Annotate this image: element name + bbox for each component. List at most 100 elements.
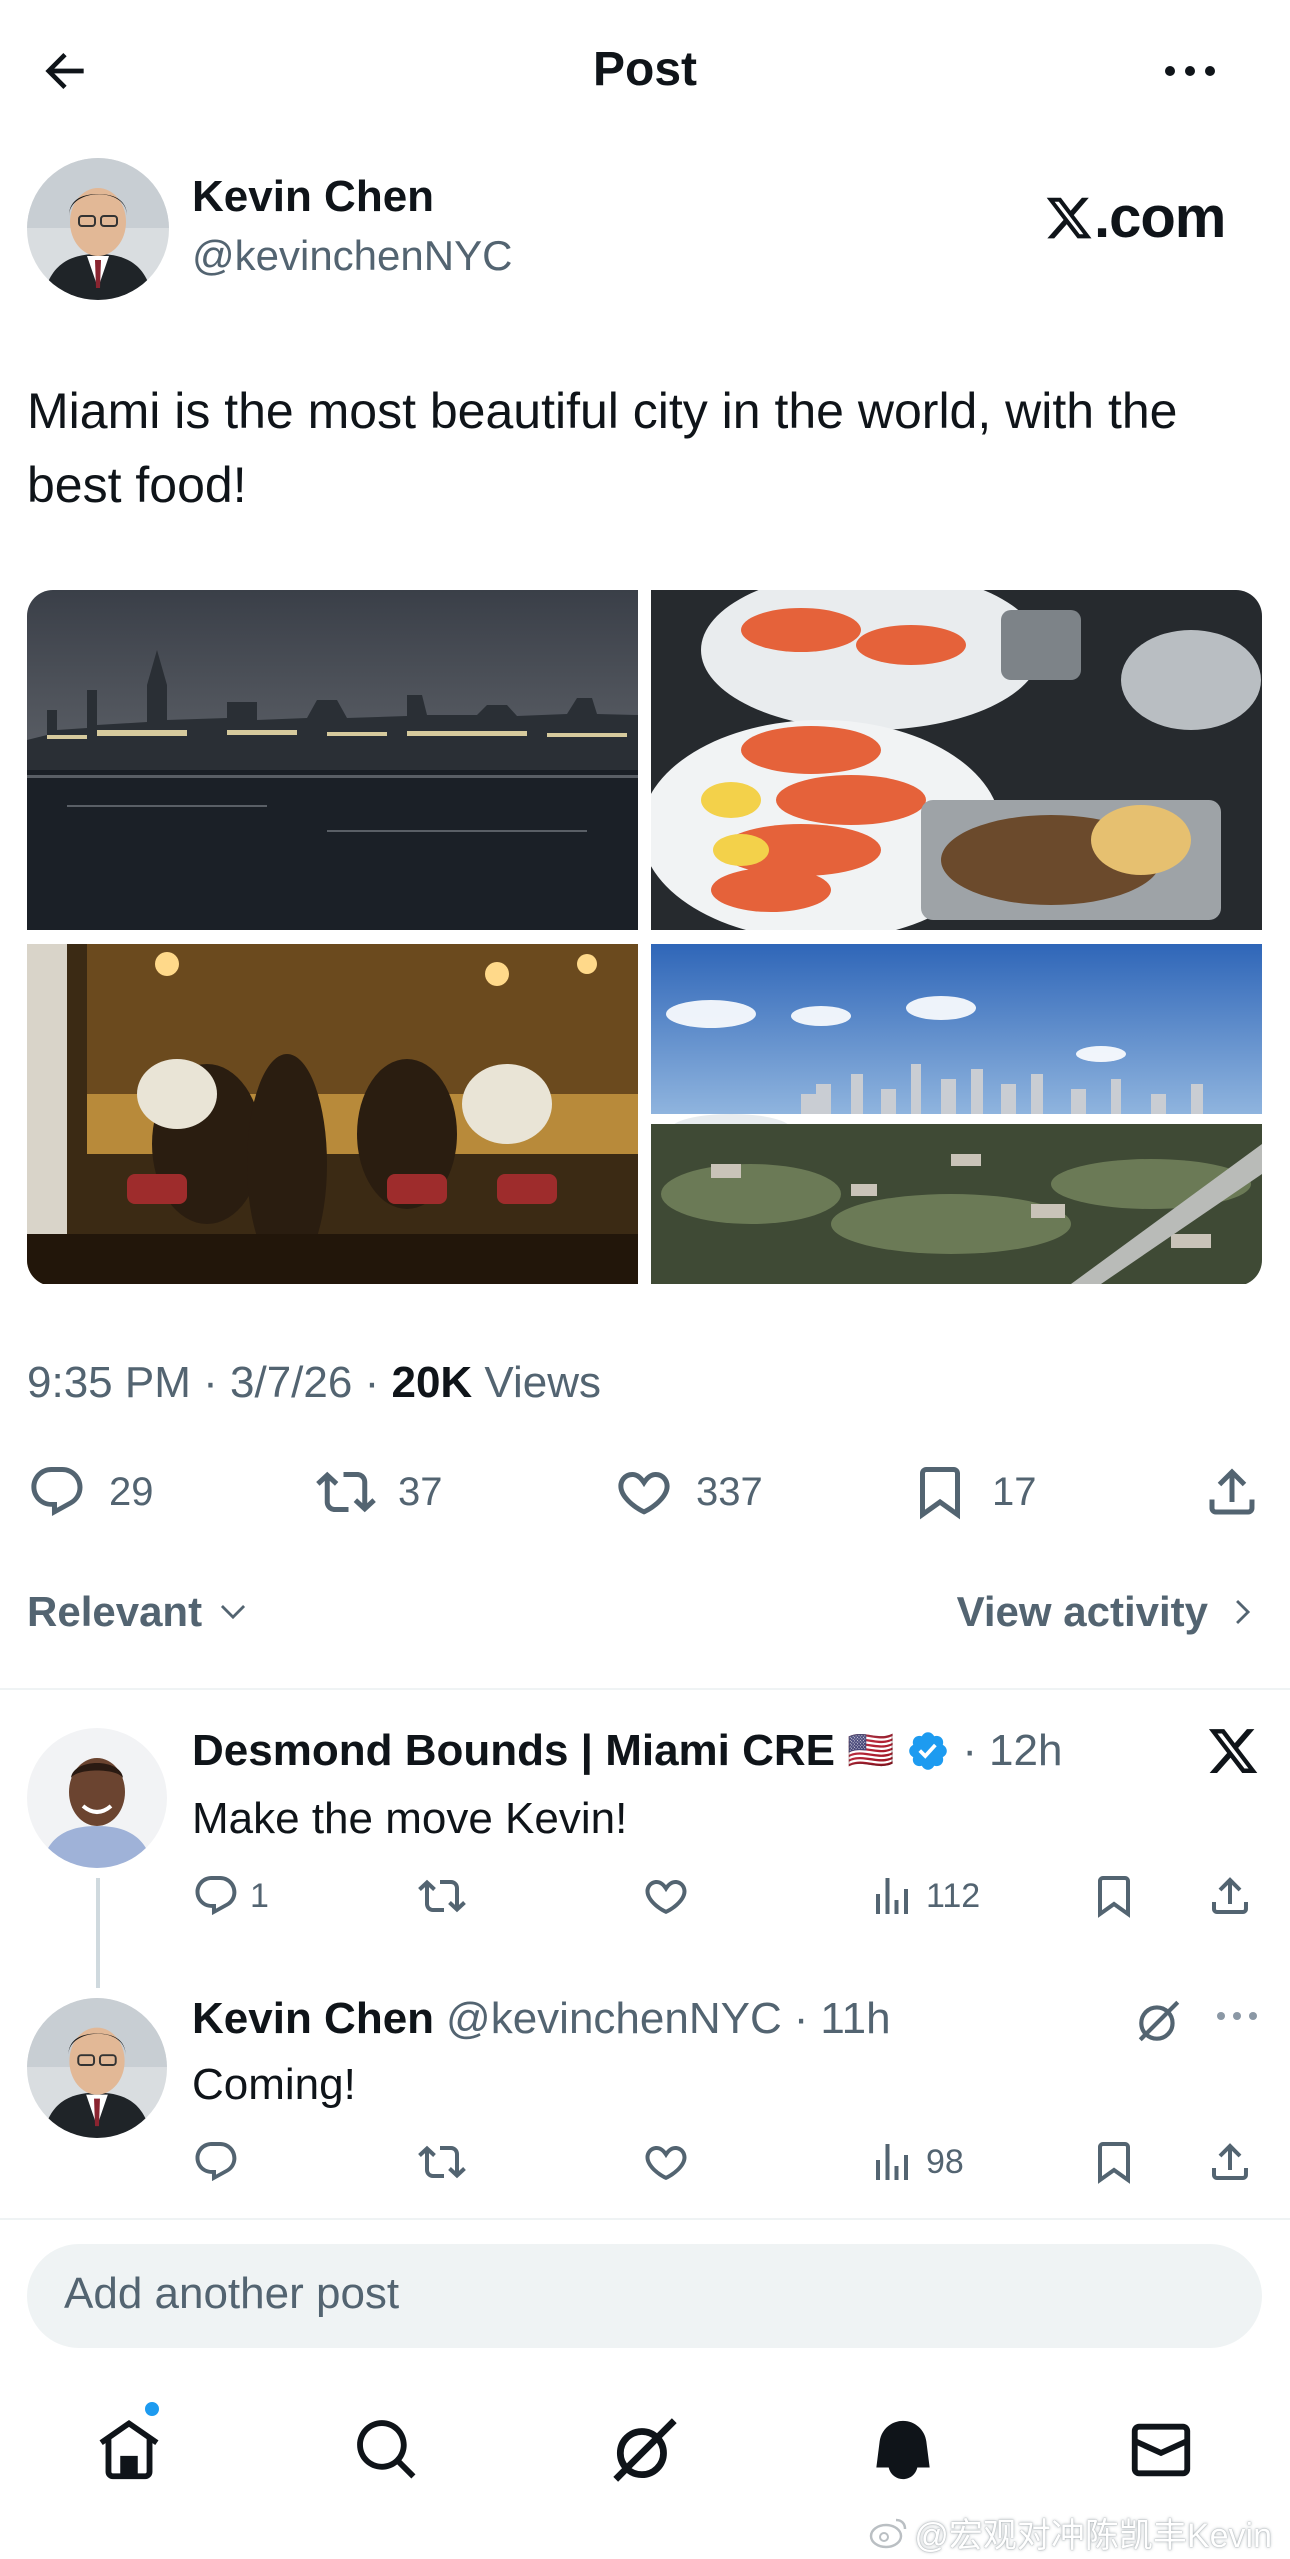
views-count: 20K (391, 1358, 473, 1407)
heart-icon (645, 1879, 687, 1914)
reply-author-name[interactable]: Kevin Chen (192, 1994, 434, 2044)
views-label: Views (484, 1358, 601, 1407)
reply-more-button[interactable] (1214, 2008, 1260, 2029)
reply-views-count: 98 (926, 2142, 964, 2181)
share-icon (1209, 1468, 1255, 1515)
reply-icon (195, 2142, 237, 2182)
nav-grok[interactable] (600, 2405, 690, 2495)
divider (0, 1688, 1290, 1690)
nav-notifications[interactable] (858, 2405, 948, 2495)
grok-button[interactable] (1134, 1996, 1184, 2051)
reply-avatar-desmond[interactable] (27, 1728, 167, 1868)
reply-author-name[interactable]: Desmond Bounds | Miami CRE (192, 1726, 835, 1776)
repost-icon (418, 2145, 466, 2179)
post-text: Miami is the most beautiful city in the … (27, 383, 1178, 513)
heart-icon (618, 1471, 670, 1515)
reply-views-action[interactable]: 112 (868, 1872, 980, 1920)
analytics-icon (876, 1878, 908, 1914)
post-time: 9:35 PM (27, 1358, 191, 1407)
person-avatar-icon (27, 1998, 167, 2138)
more-dots-icon (1217, 2012, 1257, 2020)
reply-like-action[interactable] (642, 1872, 690, 1920)
reply-reply-action[interactable] (192, 2138, 240, 2186)
media-stone-crab-dinner[interactable] (651, 590, 1262, 930)
reply-avatar-kevin[interactable] (27, 1998, 167, 2138)
reply-author-handle[interactable]: @kevinchenNYC (446, 1994, 782, 2044)
person-avatar-icon (27, 158, 169, 300)
thread-connector (96, 1878, 100, 1988)
view-activity-label: View activity (956, 1588, 1208, 1635)
grok-icon (1138, 2000, 1180, 2042)
analytics-icon (876, 2144, 908, 2180)
x-logo-icon (1208, 1729, 1258, 1774)
meta-separator: · (203, 1358, 218, 1407)
home-unread-dot (143, 2400, 161, 2418)
reply-count: 29 (109, 1469, 154, 1514)
stone-crab-image (651, 590, 1262, 930)
reply-share-action[interactable] (1206, 1872, 1254, 1920)
nav-search[interactable] (342, 2405, 432, 2495)
share-action[interactable] (1202, 1462, 1262, 1522)
sort-dropdown[interactable]: Relevant (27, 1588, 250, 1636)
weibo-watermark: @宏观对冲陈凯丰Kevin (868, 2508, 1272, 2557)
repost-action[interactable]: 37 (316, 1462, 443, 1522)
reply-count: 1 (250, 1876, 269, 1915)
media-miami-night-skyline[interactable] (27, 590, 638, 930)
share-icon (1212, 1877, 1248, 1914)
post-meta: 9:35 PM · 3/7/26 · 20K Views (27, 1358, 601, 1408)
reply-time: 12h (989, 1726, 1063, 1775)
view-activity-link[interactable]: View activity (957, 1588, 1260, 1636)
author-avatar[interactable] (27, 158, 169, 300)
sort-label: Relevant (27, 1588, 203, 1635)
chevron-right-icon (1236, 1599, 1251, 1625)
reply-header-kevin: Kevin Chen @kevinchenNYC · 11h (192, 1994, 891, 2044)
x-com-logo-text: .com (1094, 185, 1226, 250)
verified-badge-icon (909, 1732, 948, 1770)
share-icon (1212, 2143, 1248, 2180)
reply-bookmark-action[interactable] (1090, 1872, 1138, 1920)
reply-repost-action[interactable] (418, 2138, 466, 2186)
page-title: Post (592, 43, 697, 96)
bar-scene-image (27, 944, 638, 1284)
reply-repost-action[interactable] (418, 1872, 466, 1920)
reply-icon (195, 1876, 237, 1916)
reply-views-action[interactable]: 98 (868, 2138, 964, 2186)
nav-messages[interactable] (1116, 2405, 1206, 2495)
x-logo-badge (1206, 1724, 1260, 1783)
weibo-logo-icon (870, 2518, 907, 2548)
search-icon (357, 2420, 416, 2479)
reply-share-action[interactable] (1206, 2138, 1254, 2186)
more-options-button[interactable] (1150, 36, 1230, 106)
x-logo-icon (1046, 197, 1092, 238)
meta-separator: · (962, 1726, 978, 1775)
repost-icon (316, 1471, 376, 1513)
reply-action[interactable]: 29 (27, 1462, 154, 1522)
like-action[interactable]: 337 (614, 1462, 763, 1522)
bookmark-icon (1098, 2142, 1130, 2184)
media-miami-aerial-view[interactable] (651, 944, 1262, 1284)
add-post-placeholder: Add another post (64, 2269, 400, 2318)
bell-icon (876, 2420, 930, 2480)
meta-separator: · (364, 1358, 380, 1407)
repost-icon (418, 1879, 466, 1913)
reply-header-desmond: Desmond Bounds | Miami CRE 🇺🇸 · 12h (192, 1726, 1062, 1776)
bookmark-action[interactable]: 17 (910, 1462, 1037, 1522)
reply-views-count: 112 (926, 1876, 981, 1915)
nav-home[interactable] (84, 2405, 174, 2495)
more-dots-icon (1165, 66, 1215, 76)
mail-icon (1131, 2423, 1191, 2477)
media-restaurant-bar-scene[interactable] (27, 944, 638, 1284)
reply-bookmark-action[interactable] (1090, 2138, 1138, 2186)
reply-time: 11h (820, 1994, 891, 2043)
aerial-view-image (651, 944, 1262, 1284)
bookmark-icon (1098, 1876, 1130, 1918)
divider (0, 2218, 1290, 2220)
bookmark-icon (920, 1467, 960, 1520)
reply-reply-action[interactable]: 1 (192, 1872, 269, 1920)
author-name[interactable]: Kevin Chen (192, 172, 434, 222)
night-skyline-image (27, 590, 638, 930)
reply-icon (31, 1467, 83, 1516)
reply-text: Coming! (192, 2060, 356, 2109)
author-handle[interactable]: @kevinchenNYC (192, 232, 512, 280)
reply-like-action[interactable] (642, 2138, 690, 2186)
